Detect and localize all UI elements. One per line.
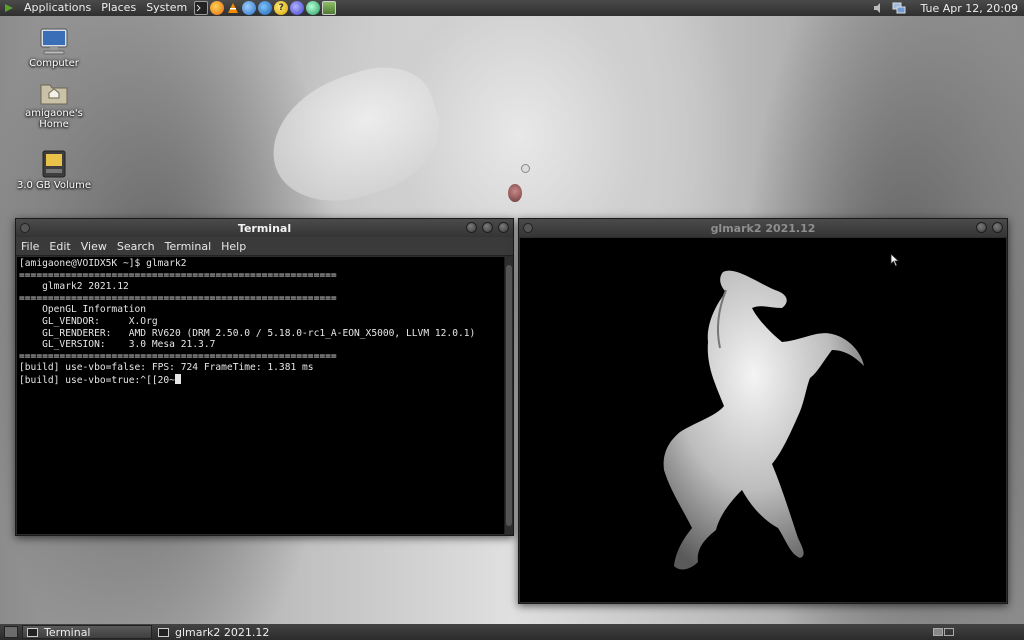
menu-file[interactable]: File	[16, 240, 44, 253]
terminal-window[interactable]: Terminal File Edit View Search Terminal …	[15, 218, 514, 536]
mouse-pointer-icon	[890, 253, 900, 267]
workspace-switcher[interactable]	[932, 628, 954, 636]
glmark2-render-canvas	[520, 238, 1006, 602]
desktop-icon-home[interactable]: amigaone's Home	[14, 80, 94, 130]
wallpaper-hand	[255, 52, 455, 220]
close-button[interactable]	[498, 222, 509, 233]
vlc-icon[interactable]	[226, 1, 240, 15]
bottom-panel: Terminal glmark2 2021.12	[0, 624, 1024, 640]
terminal-line: [amigaone@VOIDX5K ~]$ glmark2	[19, 258, 187, 269]
terminal-titlebar[interactable]: Terminal	[16, 219, 513, 237]
terminal-line: [build] use-vbo=false: FPS: 724 FrameTim…	[19, 362, 314, 374]
computer-icon	[40, 28, 68, 55]
clock[interactable]: Tue Apr 12, 20:09	[906, 2, 1024, 15]
close-button[interactable]	[992, 222, 1003, 233]
maximize-button[interactable]	[482, 222, 493, 233]
sound-icon[interactable]	[258, 1, 273, 15]
terminal-line: ========================================…	[19, 292, 337, 304]
browser-icon[interactable]	[290, 1, 305, 15]
terminal-icon	[27, 627, 38, 637]
window-title: Terminal	[237, 221, 292, 235]
scrollbar-thumb[interactable]	[506, 265, 512, 526]
image-viewer-icon[interactable]	[322, 1, 337, 15]
terminal-line: OpenGL Information	[19, 304, 147, 316]
glmark2-window[interactable]: glmark2 2021.12	[518, 218, 1008, 604]
desktop-icon-volume[interactable]: 3.0 GB Volume	[14, 150, 94, 191]
taskbar-item-label: glmark2 2021.12	[175, 625, 270, 639]
maximize-button[interactable]	[976, 222, 987, 233]
minimize-button[interactable]	[466, 222, 477, 233]
desktop-icon-label: amigaone's Home	[25, 108, 83, 130]
taskbar-item-glmark2[interactable]: glmark2 2021.12	[154, 625, 275, 639]
horse-model-icon	[663, 270, 864, 570]
menu-search[interactable]: Search	[112, 240, 160, 253]
terminal-line: GL_VENDOR: X.Org	[19, 315, 158, 327]
terminal-line: glmark2 2021.12	[19, 281, 129, 293]
help-icon[interactable]: ?	[274, 1, 289, 15]
menu-edit[interactable]: Edit	[44, 240, 75, 253]
workspace-1[interactable]	[933, 628, 943, 636]
terminal-line: [build] use-vbo=true:^[[20~	[19, 374, 175, 386]
network-status-icon[interactable]	[892, 1, 906, 15]
window-menu-button[interactable]	[523, 223, 533, 233]
wallpaper-piercing	[521, 164, 530, 173]
system-menu[interactable]: System	[141, 0, 192, 16]
terminal-line: ========================================…	[19, 269, 337, 281]
desktop-icon-computer[interactable]: Computer	[14, 28, 94, 69]
globe-icon[interactable]	[306, 1, 321, 15]
show-desktop-icon[interactable]	[4, 626, 18, 638]
terminal-line: GL_RENDERER: AMD RV620 (DRM 2.50.0 / 5.1…	[19, 327, 476, 339]
menu-view[interactable]: View	[76, 240, 112, 253]
window-menu-button[interactable]	[20, 223, 30, 233]
terminal-scrollbar[interactable]	[504, 257, 513, 534]
taskbar-item-terminal[interactable]: Terminal	[22, 625, 152, 639]
terminal-output[interactable]: [amigaone@VOIDX5K ~]$ glmark2 ===========…	[17, 257, 504, 534]
glmark2-titlebar[interactable]: glmark2 2021.12	[519, 219, 1007, 237]
wallpaper-navel	[508, 184, 522, 202]
volume-icon[interactable]	[872, 1, 886, 15]
terminal-icon[interactable]	[194, 1, 209, 15]
desktop-icon-label: Computer	[29, 58, 79, 69]
terminal-line: GL_VERSION: 3.0 Mesa 21.3.7	[19, 339, 216, 351]
window-icon	[158, 627, 169, 637]
terminal-menubar: File Edit View Search Terminal Help	[16, 237, 513, 256]
desktop-icon-label: 3.0 GB Volume	[16, 180, 92, 191]
top-panel: Applications Places System ? Tue Apr 12,…	[0, 0, 1024, 16]
applications-menu[interactable]: Applications	[19, 0, 96, 16]
drive-icon	[42, 150, 66, 178]
gnome-foot-icon[interactable]	[2, 1, 16, 15]
terminal-line: ========================================…	[19, 350, 337, 362]
places-menu[interactable]: Places	[96, 0, 141, 16]
menu-terminal[interactable]: Terminal	[160, 240, 217, 253]
taskbar-item-label: Terminal	[44, 625, 91, 639]
window-title: glmark2 2021.12	[710, 221, 816, 235]
home-folder-icon	[40, 84, 68, 105]
workspace-2[interactable]	[944, 628, 954, 636]
menu-help[interactable]: Help	[216, 240, 251, 253]
text-cursor	[174, 373, 181, 384]
network-icon[interactable]	[242, 1, 257, 15]
firefox-icon[interactable]	[210, 1, 225, 15]
